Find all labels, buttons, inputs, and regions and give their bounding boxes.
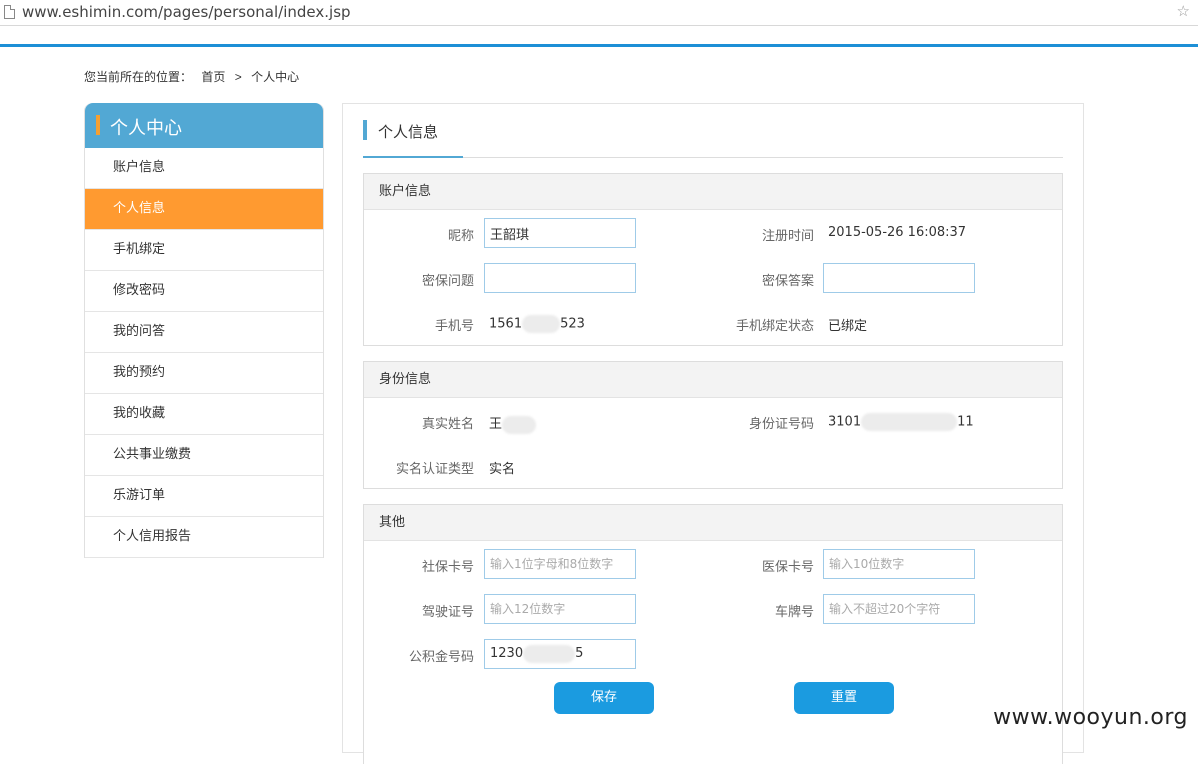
social-card-input[interactable] bbox=[484, 549, 636, 579]
auth-type-value: 实名 bbox=[489, 462, 516, 477]
tab-label: 个人信息 bbox=[378, 123, 439, 141]
header-divider bbox=[0, 44, 1198, 47]
sidebar-item-utility-payment[interactable]: 公共事业缴费 bbox=[85, 435, 323, 476]
main-panel: 个人信息 账户信息 昵称 注册时间 2015-05-26 16:08:37 密保… bbox=[342, 103, 1084, 764]
phone-value: 1561 523 bbox=[489, 315, 585, 333]
phone-suffix: 523 bbox=[560, 316, 585, 332]
reset-button[interactable]: 重置 bbox=[794, 682, 894, 714]
breadcrumb-prefix: 您当前所在的位置： bbox=[84, 70, 193, 84]
phone-bind-status: 已绑定 bbox=[828, 319, 868, 334]
identity-section: 身份信息 真实姓名 王 身份证号码 3101 11 实名认证类型 实名 bbox=[363, 361, 1063, 489]
sidebar-item-my-questions[interactable]: 我的问答 bbox=[85, 312, 323, 353]
medical-card-input[interactable] bbox=[823, 549, 975, 579]
sidebar-header: 个人中心 bbox=[85, 103, 323, 148]
auth-type-label: 实名认证类型 bbox=[395, 462, 474, 477]
real-name-visible: 王 bbox=[489, 417, 503, 432]
sidebar-item-my-favorites[interactable]: 我的收藏 bbox=[85, 394, 323, 435]
breadcrumb-home-link[interactable]: 首页 bbox=[201, 70, 225, 84]
sidebar: 个人中心 账户信息 个人信息 手机绑定 修改密码 我的问答 我的预约 我的收藏 … bbox=[84, 103, 324, 558]
security-question-input[interactable] bbox=[484, 263, 636, 293]
section-title: 其他 bbox=[364, 505, 1062, 541]
sidebar-item-my-appointments[interactable]: 我的预约 bbox=[85, 353, 323, 394]
social-card-label: 社保卡号 bbox=[421, 560, 474, 575]
real-name-value: 王 bbox=[489, 413, 537, 434]
tab-bar: 个人信息 bbox=[363, 104, 1063, 158]
phone-redaction bbox=[522, 315, 561, 333]
sidebar-item-travel-orders[interactable]: 乐游订单 bbox=[85, 476, 323, 517]
breadcrumb-separator: > bbox=[234, 70, 242, 84]
fund-label: 公积金号码 bbox=[408, 650, 474, 665]
other-section: 其他 社保卡号 医保卡号 驾驶证号 车牌号 公积金号码 1230 5 保存 重置 bbox=[363, 504, 1063, 764]
register-time-label: 注册时间 bbox=[761, 229, 814, 244]
security-answer-label: 密保答案 bbox=[761, 274, 814, 289]
sidebar-header-accent bbox=[96, 115, 100, 135]
section-title: 身份信息 bbox=[364, 362, 1062, 398]
save-button[interactable]: 保存 bbox=[554, 682, 654, 714]
tab-accent bbox=[363, 120, 367, 140]
phone-prefix: 1561 bbox=[489, 316, 523, 332]
address-bar[interactable]: www.eshimin.com/pages/personal/index.jsp… bbox=[0, 0, 1198, 26]
sidebar-item-personal-info[interactable]: 个人信息 bbox=[85, 189, 323, 230]
medical-card-label: 医保卡号 bbox=[761, 560, 814, 575]
fund-redaction bbox=[523, 644, 576, 663]
phone-bind-label: 手机绑定状态 bbox=[735, 319, 814, 334]
nickname-input[interactable] bbox=[484, 218, 636, 248]
breadcrumb: 您当前所在的位置： 首页 > 个人中心 bbox=[84, 68, 305, 85]
account-info-section: 账户信息 昵称 注册时间 2015-05-26 16:08:37 密保问题 密保… bbox=[363, 173, 1063, 346]
id-number-label: 身份证号码 bbox=[748, 417, 814, 432]
real-name-label: 真实姓名 bbox=[421, 417, 474, 432]
id-number-value: 3101 11 bbox=[828, 413, 974, 431]
fund-input[interactable]: 1230 5 bbox=[484, 639, 636, 669]
id-suffix: 11 bbox=[957, 414, 974, 430]
driver-license-input[interactable] bbox=[484, 594, 636, 624]
plate-input[interactable] bbox=[823, 594, 975, 624]
driver-license-label: 驾驶证号 bbox=[421, 605, 474, 620]
phone-label: 手机号 bbox=[434, 319, 474, 334]
id-prefix: 3101 bbox=[828, 414, 862, 430]
watermark: www.wooyun.org bbox=[993, 705, 1188, 730]
sidebar-title: 个人中心 bbox=[110, 118, 182, 139]
nickname-label: 昵称 bbox=[447, 229, 474, 244]
section-title: 账户信息 bbox=[364, 174, 1062, 210]
id-redaction bbox=[861, 413, 958, 431]
url-text[interactable]: www.eshimin.com/pages/personal/index.jsp bbox=[22, 3, 351, 21]
sidebar-item-phone-binding[interactable]: 手机绑定 bbox=[85, 230, 323, 271]
sidebar-item-account-info[interactable]: 账户信息 bbox=[85, 148, 323, 189]
breadcrumb-current: 个人中心 bbox=[251, 70, 300, 84]
fund-prefix: 1230 bbox=[490, 646, 524, 661]
tab-personal-info[interactable]: 个人信息 bbox=[363, 104, 463, 158]
page-icon bbox=[4, 5, 15, 19]
sidebar-item-credit-report[interactable]: 个人信用报告 bbox=[85, 517, 323, 558]
plate-label: 车牌号 bbox=[774, 605, 814, 620]
real-name-redaction bbox=[502, 415, 537, 434]
security-answer-input[interactable] bbox=[823, 263, 975, 293]
fund-suffix: 5 bbox=[575, 646, 584, 661]
sidebar-item-change-password[interactable]: 修改密码 bbox=[85, 271, 323, 312]
security-question-label: 密保问题 bbox=[421, 274, 474, 289]
bookmark-star-icon[interactable]: ☆ bbox=[1177, 2, 1190, 20]
register-time-value: 2015-05-26 16:08:37 bbox=[828, 225, 967, 240]
